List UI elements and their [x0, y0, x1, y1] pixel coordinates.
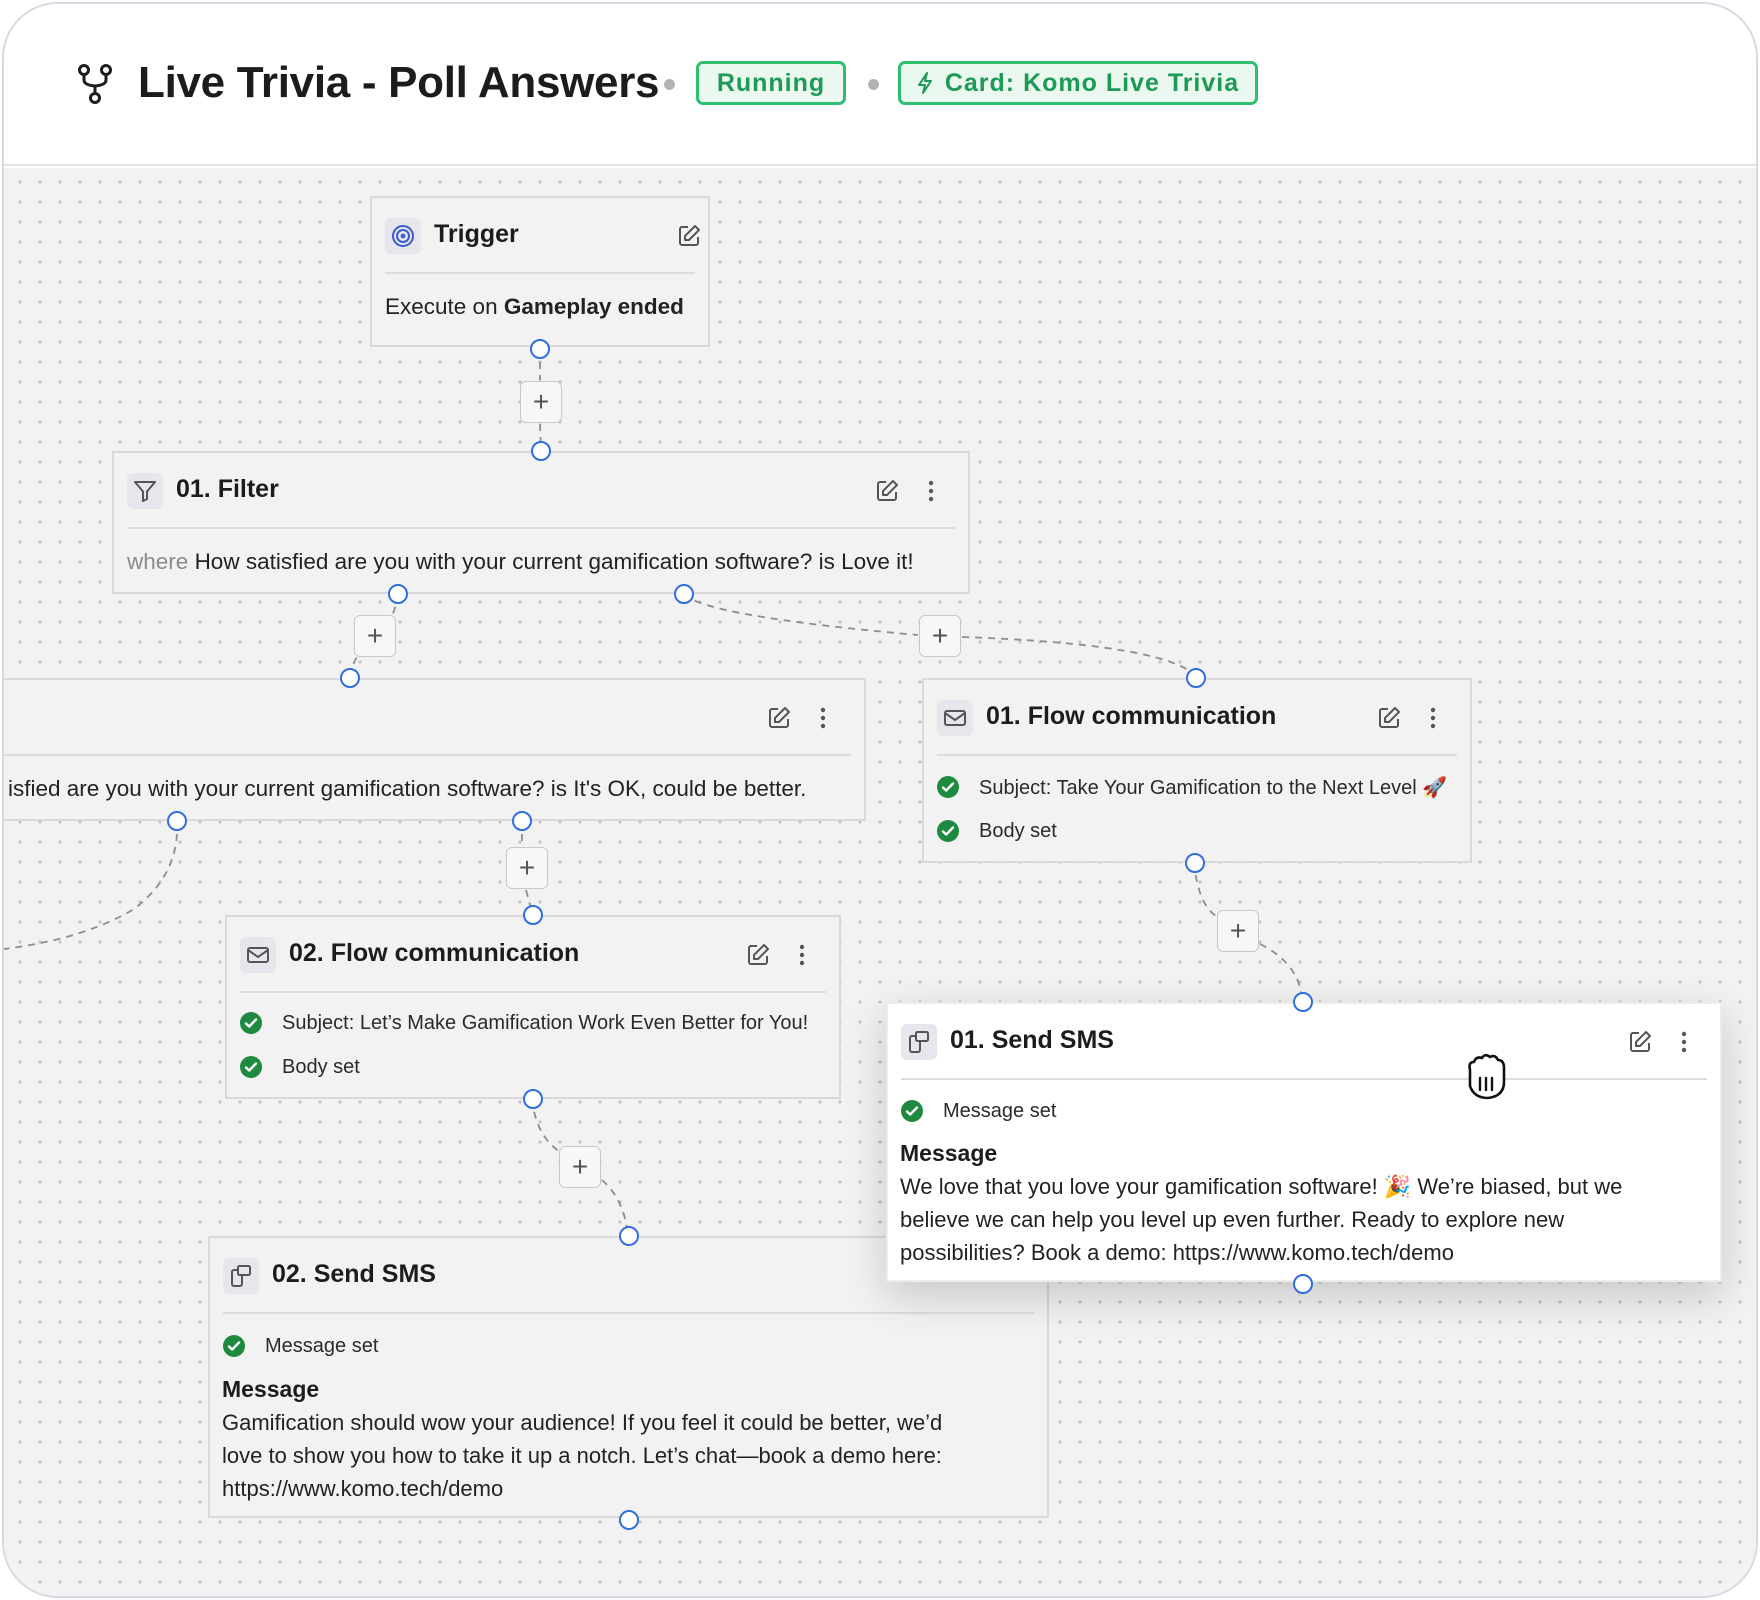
node-header: 01. Filter	[127, 453, 955, 529]
message-line: https://www.komo.tech/demo	[222, 1476, 504, 1501]
edit-icon[interactable]	[1377, 706, 1401, 730]
node-title: 01. Filter	[176, 475, 279, 503]
message-status-row: Message set	[901, 1098, 1056, 1124]
message-label: Message	[900, 1140, 998, 1166]
message-label: Message	[222, 1376, 320, 1402]
subject-text: Subject: Let’s Make Gamification Work Ev…	[282, 1011, 809, 1034]
condition-text: How satisfied are you with your current …	[194, 549, 914, 574]
connector-line	[1259, 943, 1303, 1001]
check-circle-icon	[937, 776, 959, 798]
target-icon	[385, 218, 421, 254]
check-circle-icon	[901, 1100, 923, 1122]
node-header: Trigger	[385, 198, 700, 274]
check-circle-icon	[223, 1335, 245, 1357]
more-options-icon[interactable]	[1429, 706, 1437, 730]
more-options-icon[interactable]	[927, 479, 935, 503]
node-title: 01. Send SMS	[950, 1026, 1114, 1054]
output-handle[interactable]	[674, 584, 694, 604]
edit-icon[interactable]	[1628, 1030, 1652, 1054]
node-title: 02. Send SMS	[272, 1260, 436, 1288]
output-handle[interactable]	[512, 811, 532, 831]
body-row: Body set	[937, 818, 1057, 844]
add-step-button[interactable]: +	[520, 381, 562, 423]
phone-message-icon	[223, 1258, 259, 1294]
message-line: believe we can help you level up even fu…	[900, 1207, 1565, 1232]
node-header	[4, 680, 851, 756]
connector-line	[4, 820, 179, 950]
output-handle[interactable]	[530, 339, 550, 359]
edit-icon[interactable]	[875, 479, 899, 503]
node-header: 02. Flow communication	[240, 917, 826, 993]
filter-02-node[interactable]: isfied are you with your current gamific…	[4, 678, 866, 821]
message-line: We love that you love your gamification …	[900, 1174, 1623, 1199]
message-status-row: Message set	[223, 1333, 378, 1359]
app-window: Live Trivia - Poll Answers Running Card:…	[2, 2, 1758, 1598]
input-handle[interactable]	[1186, 668, 1206, 688]
node-title: 01. Flow communication	[986, 702, 1277, 730]
edit-icon[interactable]	[767, 706, 791, 730]
trigger-description: Execute on Gameplay ended	[385, 294, 684, 320]
output-handle[interactable]	[1185, 853, 1205, 873]
add-step-button[interactable]: +	[354, 615, 396, 657]
flow-communication-02-node[interactable]: 02. Flow communication Subject: Let’s Ma…	[225, 915, 841, 1099]
output-handle[interactable]	[619, 1510, 639, 1530]
output-handle[interactable]	[1293, 1274, 1313, 1294]
output-handle[interactable]	[523, 1089, 543, 1109]
edit-icon[interactable]	[746, 943, 770, 967]
trigger-event: Gameplay ended	[503, 294, 684, 319]
check-circle-icon	[937, 820, 959, 842]
add-step-button[interactable]: +	[506, 847, 548, 889]
message-line: possibilities? Book a demo: https://www.…	[900, 1240, 1454, 1265]
body-status: Body set	[979, 819, 1057, 842]
subject-row: Subject: Take Your Gamification to the N…	[937, 774, 1447, 800]
input-handle[interactable]	[523, 905, 543, 925]
message-status: Message set	[265, 1334, 379, 1357]
input-handle[interactable]	[1293, 992, 1313, 1012]
more-options-icon[interactable]	[819, 706, 827, 730]
message-body: We love that you love your gamification …	[900, 1170, 1622, 1269]
edit-icon[interactable]	[677, 224, 701, 248]
input-handle[interactable]	[531, 441, 551, 461]
check-circle-icon	[240, 1012, 262, 1034]
message-line: love to show you how to take it up a not…	[222, 1443, 942, 1468]
grab-hand-cursor-icon	[1468, 1053, 1506, 1100]
node-title: Trigger	[434, 220, 519, 248]
output-handle[interactable]	[388, 584, 408, 604]
more-options-icon[interactable]	[1680, 1030, 1688, 1054]
add-step-button[interactable]: +	[1217, 910, 1259, 952]
trigger-node[interactable]: Trigger Execute on Gameplay ended	[370, 196, 710, 347]
node-header: 01. Flow communication	[937, 680, 1457, 756]
message-line: Gamification should wow your audience! I…	[222, 1410, 943, 1435]
subject-text: Subject: Take Your Gamification to the N…	[979, 776, 1448, 799]
node-title: 02. Flow communication	[289, 939, 580, 967]
filter-01-node[interactable]: 01. Filter where How satisfied are you w…	[112, 451, 970, 594]
body-row: Body set	[240, 1054, 360, 1080]
flow-communication-01-node[interactable]: 01. Flow communication Subject: Take You…	[922, 678, 1472, 863]
message-body: Gamification should wow your audience! I…	[222, 1406, 942, 1505]
add-step-button[interactable]: +	[559, 1146, 601, 1188]
filter-condition: isfied are you with your current gamific…	[8, 776, 807, 801]
node-header: 01. Send SMS	[901, 1004, 1707, 1080]
add-step-button[interactable]: +	[919, 615, 961, 657]
filter-icon	[127, 473, 163, 509]
more-options-icon[interactable]	[798, 943, 806, 967]
where-label: where	[127, 549, 189, 574]
phone-message-icon	[901, 1024, 937, 1060]
filter-condition: where How satisfied are you with your cu…	[127, 549, 914, 575]
input-handle[interactable]	[619, 1226, 639, 1246]
mail-icon	[240, 937, 276, 973]
connector-line	[961, 636, 1197, 677]
input-handle[interactable]	[340, 668, 360, 688]
connector-line	[683, 593, 919, 636]
message-status: Message set	[943, 1099, 1057, 1122]
body-status: Body set	[282, 1055, 360, 1078]
output-handle[interactable]	[167, 811, 187, 831]
mail-icon	[937, 700, 973, 736]
trigger-prefix: Execute on	[385, 294, 498, 319]
subject-row: Subject: Let’s Make Gamification Work Ev…	[240, 1010, 808, 1036]
check-circle-icon	[240, 1056, 262, 1078]
send-sms-01-node[interactable]: 01. Send SMS Message set Message We love…	[886, 1002, 1722, 1282]
